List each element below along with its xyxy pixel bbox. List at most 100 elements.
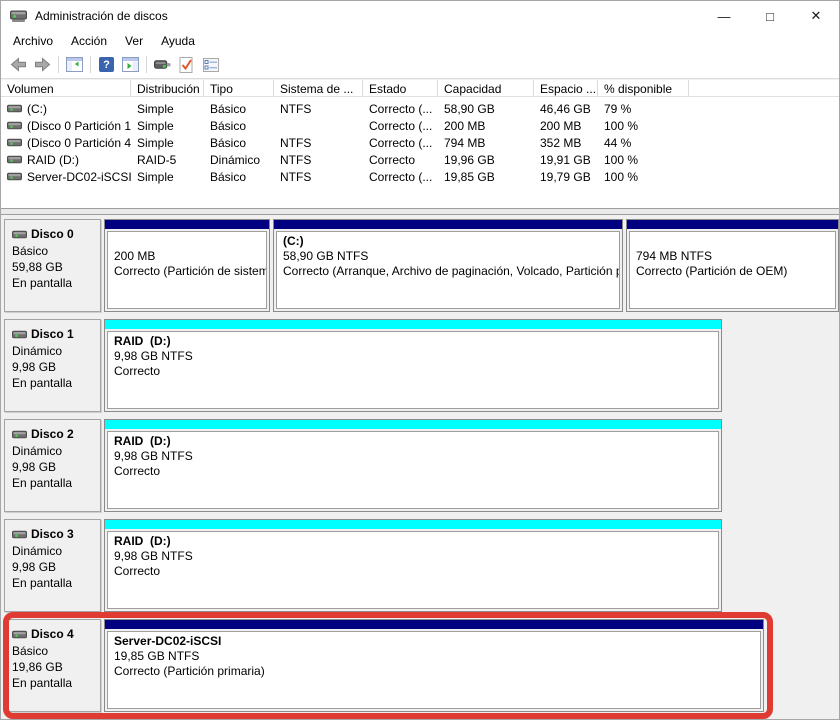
disk-size: 19,86 GB	[12, 659, 96, 675]
disk-name: Disco 2	[12, 427, 96, 441]
help-icon[interactable]: ?	[98, 56, 115, 73]
partition-color-band	[274, 220, 622, 229]
table-row[interactable]: RAID (D:)RAID-5DinámicoNTFSCorrecto19,96…	[1, 151, 839, 168]
partition-color-band	[105, 620, 763, 629]
menu-item-3[interactable]: Ayuda	[152, 32, 204, 50]
toolbar-separator	[146, 56, 147, 73]
minimize-button[interactable]: —	[701, 1, 747, 31]
partition[interactable]: (C:)58,90 GB NTFSCorrecto (Arranque, Arc…	[273, 219, 623, 312]
partitions: RAID (D:)9,98 GB NTFSCorrecto	[104, 419, 722, 512]
partitions: 200 MBCorrecto (Partición de sistem(C:)5…	[104, 219, 839, 312]
partition-body: RAID (D:)9,98 GB NTFSCorrecto	[107, 431, 719, 509]
device-icon[interactable]	[154, 56, 171, 73]
partition[interactable]: RAID (D:)9,98 GB NTFSCorrecto	[104, 319, 722, 412]
partition-size: 9,98 GB NTFS	[114, 549, 713, 564]
checklist-icon[interactable]	[202, 56, 219, 73]
partitions: RAID (D:)9,98 GB NTFSCorrecto	[104, 319, 722, 412]
partition[interactable]: 200 MBCorrecto (Partición de sistem	[104, 219, 270, 312]
column-header-capacity[interactable]: Capacidad	[438, 80, 534, 96]
disk-name-label: Disco 1	[31, 327, 74, 341]
disk-row-3: Disco 3Dinámico9,98 GBEn pantallaRAID (D…	[4, 519, 839, 612]
column-header-fs[interactable]: Sistema de ...	[274, 80, 363, 96]
disk-label-2[interactable]: Disco 2Dinámico9,98 GBEn pantalla	[4, 419, 101, 512]
menu-item-0[interactable]: Archivo	[4, 32, 62, 50]
partition-size: 9,98 GB NTFS	[114, 349, 713, 364]
disk-name-label: Disco 4	[31, 627, 74, 641]
partition[interactable]: RAID (D:)9,98 GB NTFSCorrecto	[104, 519, 722, 612]
partition-name: Server-DC02-iSCSI	[114, 634, 755, 649]
window-controls: — □ ✕	[701, 1, 839, 31]
close-button[interactable]: ✕	[793, 1, 839, 31]
column-header-pct[interactable]: % disponible	[598, 80, 689, 96]
menu-item-2[interactable]: Ver	[116, 32, 152, 50]
cell-free: 200 MB	[534, 119, 598, 133]
cell-layout: Simple	[131, 170, 204, 184]
partition-size: 794 MB NTFS	[636, 249, 830, 264]
cell-status: Correcto	[363, 153, 438, 167]
disk-management-window: Administración de discos — □ ✕ ArchivoAc…	[0, 0, 840, 720]
partition-status: Correcto (Partición de OEM)	[636, 264, 830, 279]
cell-volume: RAID (D:)	[1, 153, 131, 167]
volume-name: Server-DC02-iSCSI	[27, 170, 131, 184]
column-header-layout[interactable]: Distribución	[131, 80, 204, 96]
cell-pct: 100 %	[598, 119, 689, 133]
drive-icon	[12, 530, 27, 539]
partition[interactable]: Server-DC02-iSCSI19,85 GB NTFSCorrecto (…	[104, 619, 764, 712]
volume-table-body: (C:)SimpleBásicoNTFSCorrecto (...58,90 G…	[1, 97, 839, 185]
window-title: Administración de discos	[35, 9, 168, 23]
column-header-volume[interactable]: Volumen	[1, 80, 131, 96]
partition-body: RAID (D:)9,98 GB NTFSCorrecto	[107, 531, 719, 609]
toolbar: ?	[1, 51, 839, 79]
cell-volume: (C:)	[1, 102, 131, 116]
partition-name: RAID (D:)	[114, 434, 713, 449]
action-pane-icon[interactable]	[122, 56, 139, 73]
cell-fs: NTFS	[274, 170, 363, 184]
cell-fs: NTFS	[274, 102, 363, 116]
partition-body: RAID (D:)9,98 GB NTFSCorrecto	[107, 331, 719, 409]
drive-icon	[7, 138, 22, 147]
menu-item-1[interactable]: Acción	[62, 32, 116, 50]
pane-splitter[interactable]	[1, 208, 839, 215]
disk-size: 9,98 GB	[12, 559, 96, 575]
help-glyph: ?	[99, 57, 114, 72]
disk-label-3[interactable]: Disco 3Dinámico9,98 GBEn pantalla	[4, 519, 101, 612]
back-icon[interactable]	[10, 56, 27, 73]
partition-status: Correcto	[114, 464, 713, 479]
cell-layout: Simple	[131, 119, 204, 133]
cell-fs: NTFS	[274, 136, 363, 150]
cell-capacity: 19,96 GB	[438, 153, 534, 167]
console-tree-icon[interactable]	[66, 56, 83, 73]
partition-name	[636, 234, 830, 249]
partitions: RAID (D:)9,98 GB NTFSCorrecto	[104, 519, 722, 612]
cell-status: Correcto (...	[363, 136, 438, 150]
column-header-type[interactable]: Tipo	[204, 80, 274, 96]
partition-color-band	[105, 320, 721, 329]
forward-icon[interactable]	[34, 56, 51, 73]
partitions: Server-DC02-iSCSI19,85 GB NTFSCorrecto (…	[104, 619, 764, 712]
disk-label-4[interactable]: Disco 4Básico19,86 GBEn pantalla	[4, 619, 101, 712]
partition-status: Correcto	[114, 564, 713, 579]
column-header-free[interactable]: Espacio ...	[534, 80, 598, 96]
disk-name: Disco 4	[12, 627, 96, 641]
table-row[interactable]: (C:)SimpleBásicoNTFSCorrecto (...58,90 G…	[1, 100, 839, 117]
partition-status: Correcto	[114, 364, 713, 379]
partition-body: 200 MBCorrecto (Partición de sistem	[107, 231, 267, 309]
table-row[interactable]: Server-DC02-iSCSISimpleBásicoNTFSCorrect…	[1, 168, 839, 185]
partition[interactable]: 794 MB NTFSCorrecto (Partición de OEM)	[626, 219, 839, 312]
disk-size: 9,98 GB	[12, 459, 96, 475]
drive-icon	[12, 630, 27, 639]
partition-size: 58,90 GB NTFS	[283, 249, 614, 264]
check-task-icon[interactable]	[178, 56, 195, 73]
partition[interactable]: RAID (D:)9,98 GB NTFSCorrecto	[104, 419, 722, 512]
cell-status: Correcto (...	[363, 119, 438, 133]
table-row[interactable]: (Disco 0 Partición 1)SimpleBásicoCorrect…	[1, 117, 839, 134]
partition-body: (C:)58,90 GB NTFSCorrecto (Arranque, Arc…	[276, 231, 620, 309]
table-row[interactable]: (Disco 0 Partición 4)SimpleBásicoNTFSCor…	[1, 134, 839, 151]
disk-label-1[interactable]: Disco 1Dinámico9,98 GBEn pantalla	[4, 319, 101, 412]
maximize-button[interactable]: □	[747, 1, 793, 31]
disk-label-0[interactable]: Disco 0Básico59,88 GBEn pantalla	[4, 219, 101, 312]
disk-type: Dinámico	[12, 343, 96, 359]
disk-type: Básico	[12, 243, 96, 259]
cell-type: Dinámico	[204, 153, 274, 167]
column-header-status[interactable]: Estado	[363, 80, 438, 96]
